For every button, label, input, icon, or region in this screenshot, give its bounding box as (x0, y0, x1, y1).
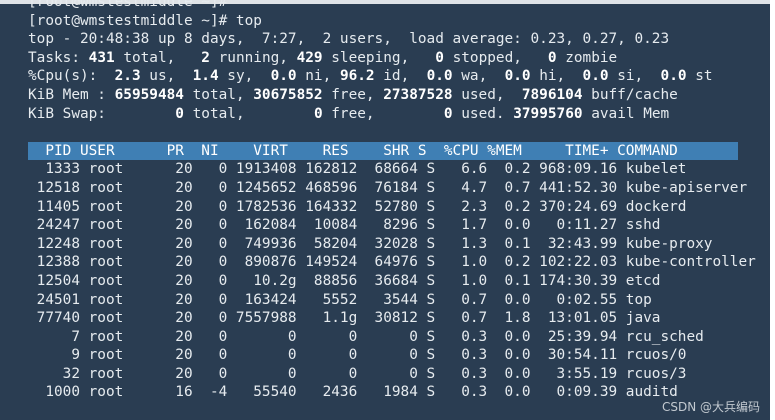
cpu-us-label: us, (140, 68, 193, 85)
table-row: 24247 root 20 0 162084 10084 8296 S 1.7 … (28, 217, 661, 234)
table-row: 12388 root 20 0 890876 149524 64976 S 1.… (28, 254, 756, 271)
mem-free: 30675852 (253, 86, 323, 103)
table-row: 9 root 20 0 0 0 0 S 0.3 0.0 30:54.11 rcu… (28, 347, 687, 364)
tasks-label: Tasks: (28, 49, 89, 66)
mem-used: 27387528 (383, 86, 453, 103)
cpu-line: %Cpu(s): 2.3 us, 1.4 sy, 0.0 ni, 96.2 id… (28, 67, 756, 86)
swap-total: 0 (175, 105, 184, 122)
cpu-st-label: st (686, 68, 713, 85)
mem-line: KiB Mem : 65959484 total, 30675852 free,… (28, 86, 756, 105)
process-table-body: 1333 root 20 0 1913408 162812 68664 S 6.… (28, 160, 756, 402)
table-row: 1333 root 20 0 1913408 162812 68664 S 6.… (28, 161, 687, 178)
tasks-total-label: total, (114, 49, 202, 66)
terminal-content: [root@wmstestmiddle ~]# [root@wmstestmid… (28, 0, 756, 402)
mem-used-label: used, (452, 86, 522, 103)
table-row: 24501 root 20 0 163424 5552 3544 S 0.7 0… (28, 291, 652, 308)
cpu-id: 96.2 (339, 68, 375, 85)
cpu-id-label: id, (374, 68, 427, 85)
terminal-window[interactable]: [root@wmstestmiddle ~]# [root@wmstestmid… (0, 0, 770, 420)
tasks-zombie: 0 (547, 49, 557, 66)
watermark: CSDN @大兵编码 (661, 400, 760, 415)
table-row: 12504 root 20 0 10.2g 88856 36684 S 1.0 … (28, 272, 661, 289)
tasks-stopped: 0 (435, 49, 444, 66)
cpu-wa: 0.0 (426, 68, 453, 85)
swap-used: 0 (443, 105, 453, 122)
tasks-zombie-label: zombie (556, 49, 618, 66)
mem-total: 65959484 (114, 86, 184, 103)
cpu-hi: 0.0 (504, 68, 531, 85)
table-row: 12518 root 20 0 1245652 468596 76184 S 4… (28, 179, 748, 196)
prompt-line-1: [root@wmstestmiddle ~]# (28, 0, 228, 10)
mem-buff: 7896104 (521, 86, 583, 103)
mem-free-label: free, (322, 86, 384, 103)
cpu-label: %Cpu(s): (28, 68, 115, 85)
window-right-edge (770, 0, 775, 420)
cpu-ni-label: ni, (296, 68, 340, 85)
cpu-st: 0.0 (660, 68, 687, 85)
table-row: 1000 root 16 -4 55540 2436 1984 S 0.3 0.… (28, 384, 678, 401)
cpu-us: 2.3 (114, 68, 141, 85)
process-table-header: PID USER PR NI VIRT RES SHR S %CPU %MEM … (28, 141, 756, 161)
table-row: 77740 root 20 0 7557988 1.1g 30812 S 0.7… (28, 310, 661, 327)
tasks-line: Tasks: 431 total, 2 running, 429 sleepin… (28, 49, 756, 68)
mem-label: KiB Mem : (28, 86, 115, 103)
prompt-line-2: [root@wmstestmiddle ~]# top (28, 12, 262, 29)
tasks-sleeping: 429 (296, 49, 323, 66)
table-row: 32 root 20 0 0 0 0 S 0.3 0.0 3:55.19 rcu… (28, 365, 687, 382)
cpu-si-label: si, (608, 68, 661, 85)
swap-avail: 37995760 (513, 105, 583, 122)
swap-free-label: free, (322, 105, 444, 122)
tasks-sleeping-label: sleeping, (322, 49, 436, 66)
cpu-wa-label: wa, (452, 68, 505, 85)
cpu-sy: 1.4 (192, 68, 219, 85)
table-row: 11405 root 20 0 1782536 164332 52780 S 2… (28, 198, 687, 215)
tasks-running: 2 (201, 49, 210, 66)
cpu-si: 0.0 (582, 68, 609, 85)
swap-label: KiB Swap: (28, 105, 176, 122)
cpu-hi-label: hi, (530, 68, 583, 85)
swap-line: KiB Swap: 0 total, 0 free, 0 used. 37995… (28, 105, 756, 124)
swap-total-label: total, (183, 105, 314, 122)
tasks-total: 431 (88, 49, 115, 66)
swap-avail-label: avail Mem (582, 105, 670, 122)
cpu-sy-label: sy, (218, 68, 271, 85)
mem-buff-label: buff/cache (582, 86, 678, 103)
table-row: 7 root 20 0 0 0 0 S 0.3 0.0 25:39.94 rcu… (28, 328, 704, 345)
tasks-running-label: running, (209, 49, 297, 66)
uptime-line: top - 20:48:38 up 8 days, 7:27, 2 users,… (28, 31, 670, 48)
tasks-stopped-label: stopped, (443, 49, 548, 66)
cpu-ni: 0.0 (270, 68, 297, 85)
table-row: 12248 root 20 0 749936 58204 32028 S 1.3… (28, 235, 713, 252)
swap-free: 0 (313, 105, 323, 122)
swap-used-label: used. (452, 105, 514, 122)
mem-total-label: total, (183, 86, 254, 103)
